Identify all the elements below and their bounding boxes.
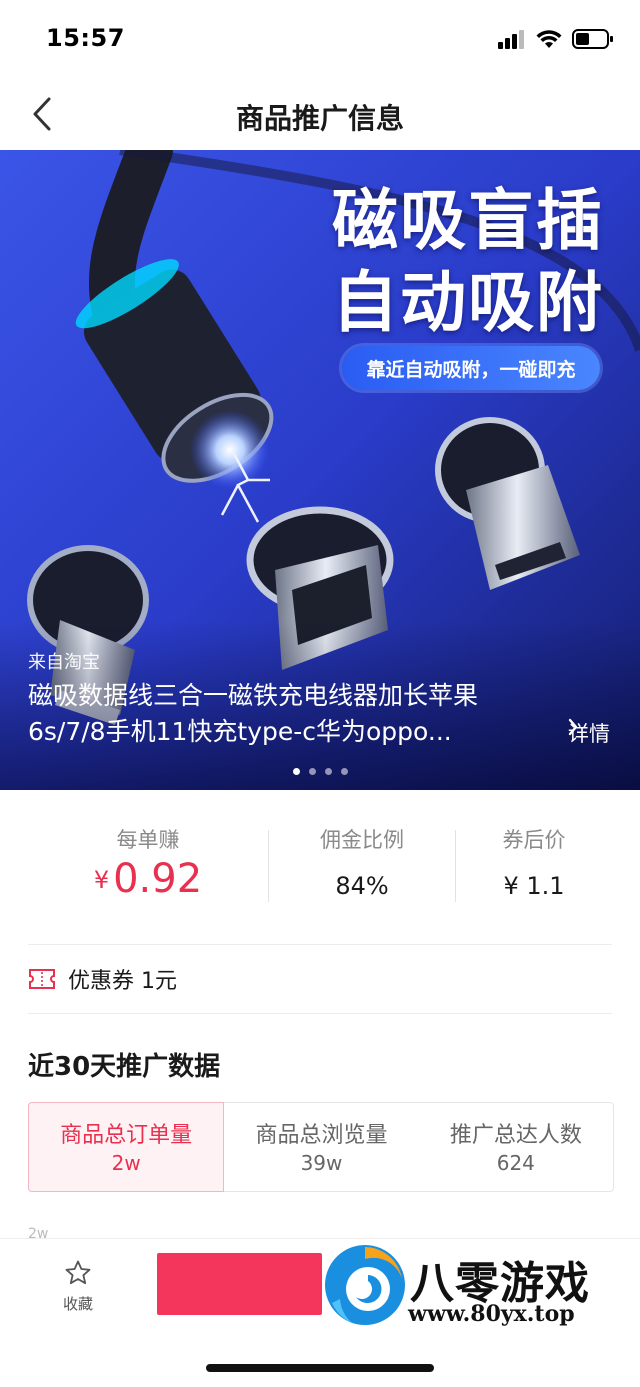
watermark-logo [325, 1245, 405, 1325]
product-source: 来自淘宝 [28, 652, 100, 673]
carousel-indicator [0, 768, 640, 775]
banner-headline-line1: 磁吸盲插 [332, 182, 604, 259]
commission-value: 84% [335, 872, 389, 900]
home-indicator[interactable] [206, 1364, 434, 1372]
tab-label: 商品总浏览量 [255, 1123, 388, 1148]
tab-total-views[interactable]: 商品总浏览量 39w [224, 1103, 418, 1191]
product-image-carousel[interactable]: 磁吸盲插 自动吸附 靠近自动吸附，一碰即充 来自淘宝 磁吸数据线三合一磁铁充电线… [0, 150, 640, 790]
status-time: 15:57 [46, 24, 125, 52]
favorite-button[interactable]: 收藏 [52, 1259, 104, 1314]
tab-value: 624 [496, 1151, 535, 1175]
detail-link[interactable]: 详情 [568, 718, 610, 748]
banner-headline: 磁吸盲插 自动吸附 [332, 180, 604, 344]
earn-currency: ¥ [93, 866, 110, 894]
earn-value-wrap: ¥0.92 [28, 856, 268, 902]
tab-label: 商品总订单量 [60, 1123, 193, 1148]
section-title: 近30天推广数据 [28, 1052, 221, 1082]
status-bar: 15:57 [0, 0, 640, 80]
carousel-dot[interactable] [340, 768, 348, 775]
nav-bar: 商品推广信息 [0, 80, 640, 150]
status-icons [498, 28, 614, 50]
watermark: 八零游戏 www.80yx.top [322, 1239, 640, 1335]
coupon-text: 优惠券 1元 [68, 969, 177, 994]
commission-label: 佣金比例 [320, 828, 404, 852]
battery-icon [572, 29, 613, 49]
commission-stats: 每单赚 ¥0.92 佣金比例 84% 券后价 ¥ 1.1 [28, 790, 612, 945]
promote-button[interactable] [157, 1253, 322, 1315]
data-tabs: 商品总订单量 2w 商品总浏览量 39w 推广总达人数 624 [28, 1102, 614, 1192]
page-title: 商品推广信息 [235, 102, 404, 135]
banner-headline-line2: 自动吸附 [332, 264, 604, 341]
carousel-dot[interactable] [324, 768, 332, 775]
price-value: ¥ 1.1 [503, 872, 565, 900]
favorite-label: 收藏 [62, 1295, 93, 1313]
earn-value: 0.92 [113, 856, 203, 902]
tab-total-promoters[interactable]: 推广总达人数 624 [419, 1103, 613, 1191]
earn-label: 每单赚 [116, 828, 180, 852]
watermark-url: www.80yx.top [408, 1301, 575, 1327]
tab-label: 推广总达人数 [449, 1123, 582, 1148]
banner-tag: 靠近自动吸附，一碰即充 [342, 346, 600, 390]
earn-per-order: 每单赚 ¥0.92 [28, 790, 268, 944]
coupon-icon [29, 969, 55, 989]
tab-value: 2w [111, 1151, 141, 1175]
coupon-price: 券后价 ¥ 1.1 [456, 790, 612, 944]
tab-total-orders[interactable]: 商品总订单量 2w [28, 1102, 225, 1192]
wifi-icon [536, 30, 562, 48]
chevron-right-icon [568, 718, 578, 736]
tab-value: 39w [300, 1151, 343, 1175]
carousel-dot[interactable] [308, 768, 316, 775]
commission-rate: 佣金比例 84% [269, 790, 455, 944]
coupon-row[interactable]: 优惠券 1元 [28, 945, 612, 1014]
cellular-signal-icon [498, 30, 524, 49]
price-label: 券后价 [502, 828, 566, 852]
carousel-dot[interactable] [292, 768, 300, 775]
product-title: 磁吸数据线三合一磁铁充电线器加长苹果6s/7/8手机11快充type-c华为op… [28, 681, 479, 746]
star-icon [65, 1260, 91, 1285]
